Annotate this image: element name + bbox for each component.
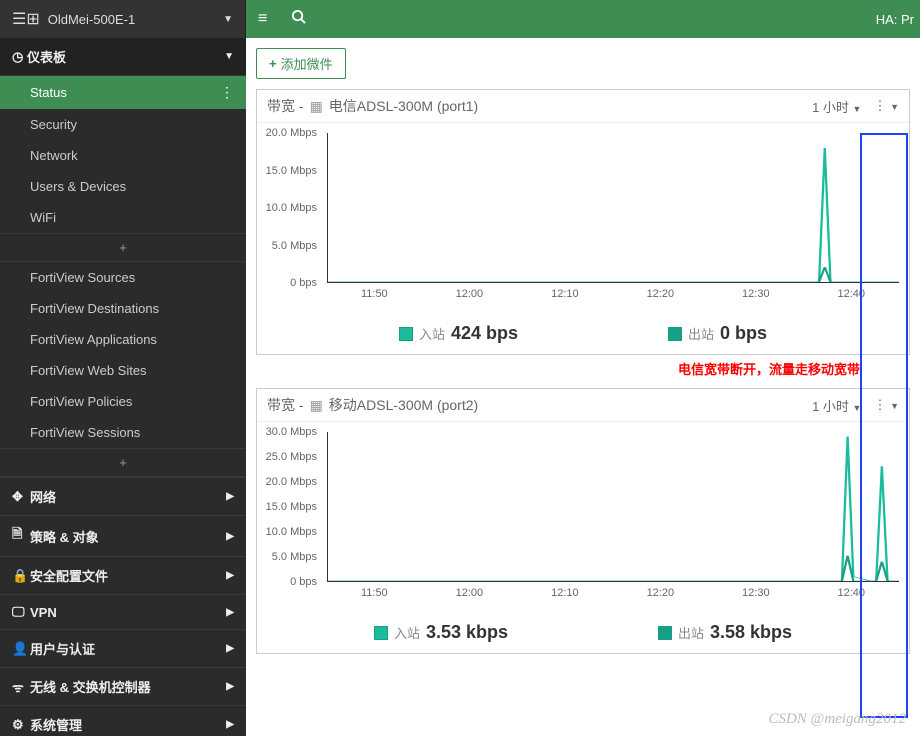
widget-title: 移动ADSL-300M (port2) xyxy=(329,395,478,415)
chart-line xyxy=(328,432,899,581)
in-value: 3.53 kbps xyxy=(426,622,508,643)
legend-out: 出站 0 bps xyxy=(668,323,767,344)
time-range-selector[interactable]: 1 小时 ▼ xyxy=(812,396,861,415)
add-widget-button[interactable]: + 添加微件 xyxy=(256,48,346,79)
chevron-down-icon: ▼ xyxy=(853,403,862,413)
user-icon: 👤 xyxy=(12,641,30,657)
widget-menu-button[interactable]: ⋮ ▼ xyxy=(873,397,899,413)
annotation-text: 电信宽带断开，流量走移动宽带 xyxy=(256,359,910,378)
interface-icon: ▦ xyxy=(310,397,323,414)
chevron-right-icon: ▶ xyxy=(226,719,234,730)
lock-icon: 🔒 xyxy=(12,568,30,584)
wifi-icon: ᯤ xyxy=(12,678,30,696)
sidebar-cat-vpn[interactable]: 🖵VPN▶ xyxy=(0,594,246,629)
chevron-right-icon: ▶ xyxy=(226,607,234,618)
device-name: OldMei-500E-1 xyxy=(48,12,223,27)
chevron-down-icon: ▼ xyxy=(853,104,862,114)
sidebar-item-fv-sessions[interactable]: FortiView Sessions xyxy=(0,417,246,448)
chevron-down-icon: ▼ xyxy=(223,14,233,25)
sidebar-item-fv-websites[interactable]: FortiView Web Sites xyxy=(0,355,246,386)
plus-icon: + xyxy=(269,56,277,71)
network-icon: ✥ xyxy=(12,489,30,505)
plot-area xyxy=(327,432,899,582)
chevron-right-icon: ▶ xyxy=(226,570,234,581)
sidebar-item-fv-destinations[interactable]: FortiView Destinations xyxy=(0,293,246,324)
legend-swatch-out xyxy=(668,327,682,341)
device-selector[interactable]: ☰⊞ OldMei-500E-1 ▼ xyxy=(0,0,246,38)
chevron-right-icon: ▶ xyxy=(226,681,234,692)
out-value: 3.58 kbps xyxy=(710,622,792,643)
sidebar-cat-network[interactable]: ✥网络▶ xyxy=(0,477,246,515)
sidebar-item-users-devices[interactable]: Users & Devices xyxy=(0,171,246,202)
dashboard-icon: ◷ xyxy=(12,49,23,65)
sidebar-item-fv-policies[interactable]: FortiView Policies xyxy=(0,386,246,417)
sidebar-cat-security-profile[interactable]: 🔒安全配置文件▶ xyxy=(0,556,246,594)
legend-in: 入站 3.53 kbps xyxy=(374,622,508,643)
out-value: 0 bps xyxy=(720,323,767,344)
chart-legend: 入站 424 bps 出站 0 bps xyxy=(257,313,909,354)
sidebar-cat-users[interactable]: 👤用户与认证▶ xyxy=(0,629,246,667)
widget-header: 带宽 - ▦ 电信ADSL-300M (port1) 1 小时 ▼ ⋮ ▼ xyxy=(257,90,909,123)
x-axis: 11:50 12:00 12:10 12:20 12:30 12:40 xyxy=(327,283,899,305)
y-axis: 30.0 Mbps 25.0 Mbps 20.0 Mbps 15.0 Mbps … xyxy=(257,432,322,582)
add-fortiview-button[interactable]: + xyxy=(0,448,246,477)
chevron-right-icon: ▶ xyxy=(226,491,234,502)
dashboard-label: 仪表板 xyxy=(27,47,66,66)
chart-port1: 20.0 Mbps 15.0 Mbps 10.0 Mbps 5.0 Mbps 0… xyxy=(257,123,909,313)
sidebar-item-fv-sources[interactable]: FortiView Sources xyxy=(0,262,246,293)
chevron-right-icon: ▶ xyxy=(226,531,234,542)
ha-status: HA: Pr xyxy=(876,12,920,27)
top-bar: ☰⊞ OldMei-500E-1 ▼ ≡ HA: Pr xyxy=(0,0,920,38)
legend-out: 出站 3.58 kbps xyxy=(658,622,792,643)
watermark: CSDN @meigang2012 xyxy=(768,711,906,728)
content-area: + 添加微件 带宽 - ▦ 电信ADSL-300M (port1) 1 小时 ▼… xyxy=(246,38,920,736)
gear-icon: ⚙ xyxy=(12,717,30,733)
widget-title: 电信ADSL-300M (port1) xyxy=(329,96,478,116)
chart-line xyxy=(328,133,899,282)
legend-swatch-out xyxy=(658,626,672,640)
more-icon[interactable]: ⋮ xyxy=(220,84,234,101)
x-axis: 11:50 12:00 12:10 12:20 12:30 12:40 xyxy=(327,582,899,604)
chart-legend: 入站 3.53 kbps 出站 3.58 kbps xyxy=(257,612,909,653)
y-axis: 20.0 Mbps 15.0 Mbps 10.0 Mbps 5.0 Mbps 0… xyxy=(257,133,322,283)
sidebar-item-fv-applications[interactable]: FortiView Applications xyxy=(0,324,246,355)
time-range-selector[interactable]: 1 小时 ▼ xyxy=(812,97,861,116)
in-value: 424 bps xyxy=(451,323,518,344)
bandwidth-widget-port1: 带宽 - ▦ 电信ADSL-300M (port1) 1 小时 ▼ ⋮ ▼ 20… xyxy=(256,89,910,355)
sidebar-item-status[interactable]: Status ⋮ xyxy=(0,76,246,109)
interface-icon: ▦ xyxy=(310,98,323,115)
plot-area xyxy=(327,133,899,283)
sidebar-section-dashboard[interactable]: ◷ 仪表板 ▼ xyxy=(0,38,246,76)
search-icon xyxy=(291,9,306,24)
chevron-down-icon: ▼ xyxy=(224,51,234,62)
device-icon: ☰⊞ xyxy=(12,9,40,29)
add-dashboard-button[interactable]: + xyxy=(0,233,246,262)
sidebar-cat-system[interactable]: ⚙系统管理▶ xyxy=(0,705,246,736)
legend-in: 入站 424 bps xyxy=(399,323,518,344)
sidebar-cat-policy[interactable]: 🗎策略 & 对象▶ xyxy=(0,515,246,556)
widget-menu-button[interactable]: ⋮ ▼ xyxy=(873,98,899,114)
menu-toggle-button[interactable]: ≡ xyxy=(246,10,279,28)
sidebar-item-network[interactable]: Network xyxy=(0,140,246,171)
chart-port2: 30.0 Mbps 25.0 Mbps 20.0 Mbps 15.0 Mbps … xyxy=(257,422,909,612)
vpn-icon: 🖵 xyxy=(12,604,30,620)
chevron-right-icon: ▶ xyxy=(226,643,234,654)
legend-swatch-in xyxy=(374,626,388,640)
sidebar: ◷ 仪表板 ▼ Status ⋮ Security Network Users … xyxy=(0,38,246,736)
sidebar-item-security[interactable]: Security xyxy=(0,109,246,140)
sidebar-item-wifi[interactable]: WiFi xyxy=(0,202,246,233)
bandwidth-widget-port2: 带宽 - ▦ 移动ADSL-300M (port2) 1 小时 ▼ ⋮ ▼ 30… xyxy=(256,388,910,654)
policy-icon: 🗎 xyxy=(12,525,30,547)
widget-header: 带宽 - ▦ 移动ADSL-300M (port2) 1 小时 ▼ ⋮ ▼ xyxy=(257,389,909,422)
sidebar-cat-wireless[interactable]: ᯤ无线 & 交换机控制器▶ xyxy=(0,667,246,705)
search-button[interactable] xyxy=(279,9,318,29)
legend-swatch-in xyxy=(399,327,413,341)
